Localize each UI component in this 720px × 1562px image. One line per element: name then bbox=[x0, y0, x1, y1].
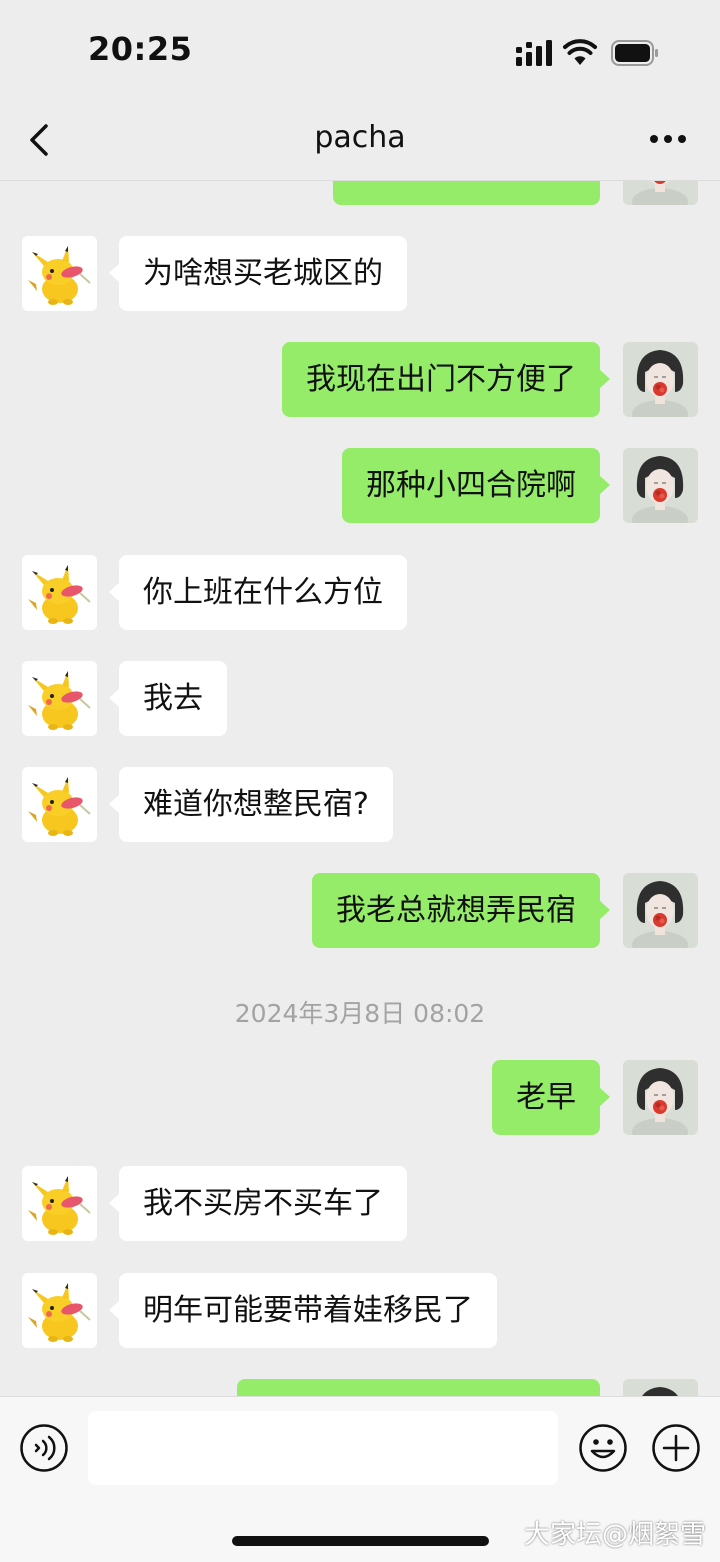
message-row: 我去 bbox=[0, 661, 720, 737]
home-indicator[interactable] bbox=[232, 1536, 489, 1546]
contact-avatar[interactable] bbox=[22, 555, 97, 630]
message-bubble[interactable]: 难道你想整民宿? bbox=[109, 767, 393, 842]
my-avatar[interactable] bbox=[623, 1379, 698, 1396]
status-bar: 20:25 bbox=[0, 0, 720, 100]
voice-icon[interactable] bbox=[19, 1423, 69, 1473]
cellular-signal-icon bbox=[516, 40, 552, 66]
message-bubble[interactable]: 老早 bbox=[492, 1060, 610, 1135]
message-row: 那种小四合院啊 bbox=[0, 448, 720, 524]
message-row: 老早 bbox=[0, 1060, 720, 1136]
message-bubble[interactable]: 为啥想买老城区的 bbox=[109, 236, 407, 311]
message-row bbox=[0, 181, 720, 206]
chat-title: pacha bbox=[314, 120, 406, 155]
my-avatar[interactable] bbox=[623, 873, 698, 948]
my-avatar[interactable] bbox=[623, 448, 698, 523]
message-bubble[interactable] bbox=[237, 1379, 600, 1396]
message-bubble[interactable]: 你上班在什么方位 bbox=[109, 555, 407, 630]
message-bubble[interactable]: 我老总就想弄民宿 bbox=[312, 873, 610, 948]
message-row: 我现在出门不方便了 bbox=[0, 342, 720, 418]
message-row: 明年可能要带着娃移民了 bbox=[0, 1273, 720, 1349]
my-avatar[interactable] bbox=[623, 1060, 698, 1135]
battery-icon bbox=[611, 40, 658, 66]
watermark: 大家坛@烟絮雪 bbox=[523, 1520, 706, 1550]
contact-avatar[interactable] bbox=[22, 661, 97, 736]
contact-avatar[interactable] bbox=[22, 1273, 97, 1348]
message-bubble[interactable]: 我现在出门不方便了 bbox=[282, 342, 610, 417]
contact-avatar[interactable] bbox=[22, 1166, 97, 1241]
plus-circle-icon[interactable] bbox=[651, 1423, 701, 1473]
message-row: 为啥想买老城区的 bbox=[0, 236, 720, 312]
message-row: 我老总就想弄民宿 bbox=[0, 873, 720, 949]
chat-header: pacha bbox=[0, 100, 720, 181]
my-avatar[interactable] bbox=[623, 342, 698, 417]
message-row: 你上班在什么方位 bbox=[0, 555, 720, 631]
wifi-icon bbox=[563, 39, 597, 65]
status-time: 20:25 bbox=[88, 30, 193, 68]
emoji-icon[interactable] bbox=[578, 1423, 628, 1473]
message-row bbox=[0, 1379, 720, 1396]
message-input[interactable] bbox=[88, 1411, 558, 1485]
more-dots-icon[interactable] bbox=[648, 124, 688, 154]
contact-avatar[interactable] bbox=[22, 767, 97, 842]
message-bubble[interactable]: 明年可能要带着娃移民了 bbox=[109, 1273, 497, 1348]
message-bubble[interactable]: 我不买房不买车了 bbox=[109, 1166, 407, 1241]
message-timestamp: 2024年3月8日 08:02 bbox=[234, 999, 486, 1028]
message-bubble[interactable]: 我去 bbox=[109, 661, 227, 736]
my-avatar[interactable] bbox=[623, 181, 698, 205]
message-row: 难道你想整民宿? bbox=[0, 767, 720, 843]
message-row: 我不买房不买车了 bbox=[0, 1166, 720, 1242]
message-list[interactable]: 为啥想买老城区的 我现在出门不方便了 那种小四合院啊 你上班在什么方位 我去 难… bbox=[0, 181, 720, 1396]
contact-avatar[interactable] bbox=[22, 236, 97, 311]
message-bubble[interactable]: 那种小四合院啊 bbox=[342, 448, 610, 523]
message-bubble[interactable] bbox=[333, 181, 600, 205]
